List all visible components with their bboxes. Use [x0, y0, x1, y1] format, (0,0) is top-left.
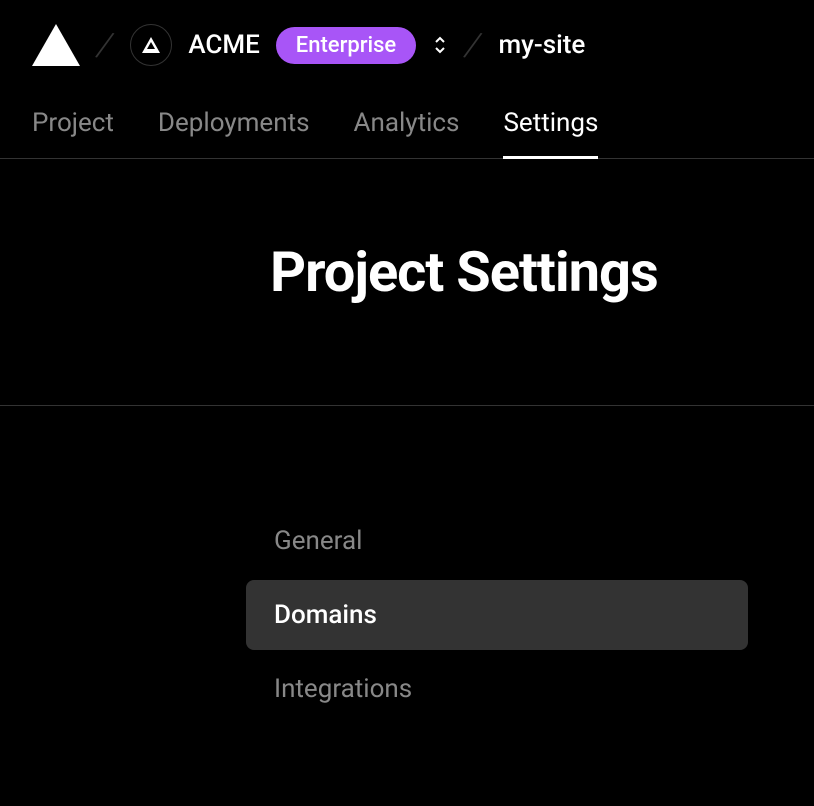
page-title-section: Project Settings: [0, 159, 814, 406]
separator-icon: /: [461, 23, 486, 67]
tab-deployments[interactable]: Deployments: [158, 90, 310, 159]
plan-badge: Enterprise: [276, 27, 416, 64]
page-title: Project Settings: [270, 239, 814, 305]
team-selector-icon[interactable]: [432, 35, 448, 55]
tab-project[interactable]: Project: [32, 90, 114, 159]
team-name[interactable]: ACME: [188, 30, 259, 60]
project-name[interactable]: my-site: [499, 30, 586, 60]
sidebar-item-general[interactable]: General: [246, 506, 748, 576]
separator-icon: /: [93, 23, 118, 67]
vercel-logo-icon[interactable]: [32, 24, 80, 66]
sidebar-item-integrations[interactable]: Integrations: [246, 654, 748, 724]
sidebar-item-domains[interactable]: Domains: [246, 580, 748, 650]
team-avatar[interactable]: [130, 24, 172, 66]
nav-tabs: Project Deployments Analytics Settings: [0, 90, 814, 159]
avatar-icon: [142, 37, 160, 53]
tab-settings[interactable]: Settings: [503, 90, 598, 159]
tab-analytics[interactable]: Analytics: [354, 90, 460, 159]
team-context: ACME Enterprise: [130, 24, 448, 66]
settings-sidebar: General Domains Integrations: [0, 406, 748, 724]
header: / ACME Enterprise / my-site: [0, 0, 814, 90]
